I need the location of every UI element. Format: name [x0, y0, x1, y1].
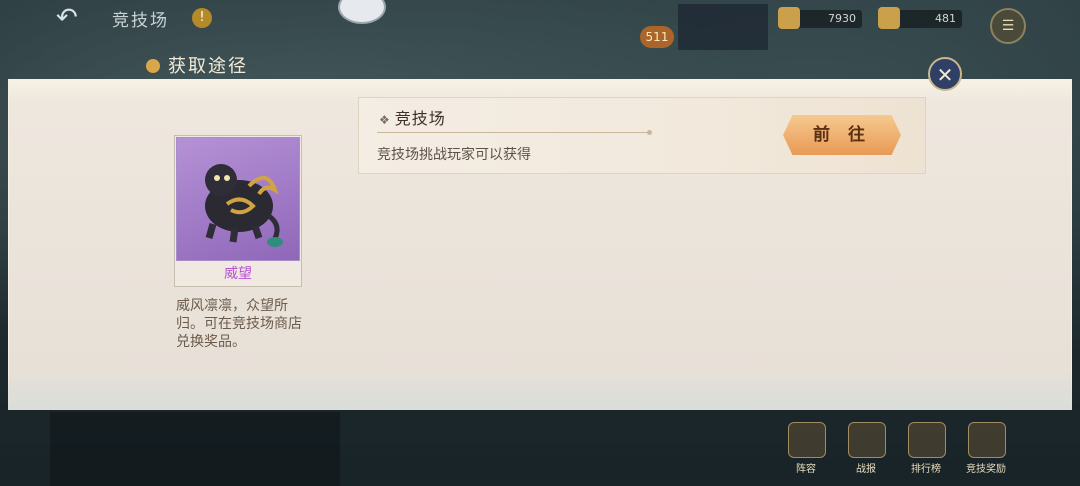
diamond-icon: ❖: [379, 113, 391, 127]
resource-counter-2: 481: [878, 7, 962, 29]
lineup-icon: [788, 422, 826, 458]
leaderboard-icon: [908, 422, 946, 458]
chat-box[interactable]: [50, 412, 340, 486]
battle-report-icon: [848, 422, 886, 458]
gold-icon: [878, 7, 900, 29]
page-title: 竞技场: [112, 11, 169, 31]
source-description: 竞技场挑战玩家可以获得: [377, 147, 531, 163]
item-image: [176, 137, 300, 261]
source-icon: [146, 59, 160, 73]
top-bar: ↶ 竞技场 ! 511 7930 481 ☰: [0, 0, 1080, 50]
divider: [377, 130, 652, 135]
chat-line: [56, 414, 68, 427]
item-name: 威望: [224, 266, 252, 282]
source-row: ❖ 竞技场 竞技场挑战玩家可以获得 前 往: [358, 97, 926, 174]
tiger-icon: [205, 164, 283, 247]
chat-line: [56, 450, 68, 463]
source-title: ❖ 竞技场: [379, 105, 446, 129]
level-badge: 511: [640, 26, 674, 48]
item-card: 威望: [174, 135, 302, 287]
panel-header: 获取途径: [146, 52, 248, 78]
mascot-avatar[interactable]: [338, 0, 386, 24]
nav-label: 竞技奖励: [966, 464, 1006, 475]
info-icon[interactable]: !: [192, 8, 212, 28]
item-description: 威风凛凛，众望所归。可在竞技场商店兑换奖品。: [176, 298, 302, 350]
nav-label: 排行榜: [911, 464, 941, 475]
menu-button[interactable]: ☰: [990, 8, 1026, 44]
currency-icon: [778, 7, 800, 29]
source-title-text: 竞技场: [394, 109, 446, 128]
go-button[interactable]: 前 往: [783, 115, 901, 155]
resource-value-1: 7930: [828, 12, 856, 25]
resource-value-2: 481: [935, 12, 956, 25]
nav-battle-report[interactable]: 战报: [840, 418, 892, 482]
nav-leaderboard[interactable]: 排行榜: [900, 418, 952, 482]
nav-lineup[interactable]: 阵容: [780, 418, 832, 482]
rewards-icon: [968, 422, 1006, 458]
resource-counter-1: 7930: [778, 7, 862, 29]
back-arrow-icon[interactable]: ↶: [56, 4, 96, 32]
nav-label: 阵容: [796, 464, 816, 475]
nav-label: 战报: [856, 464, 876, 475]
panel-title: 获取途径: [168, 56, 248, 77]
close-button[interactable]: ✕: [928, 57, 962, 91]
nav-arena-rewards[interactable]: 竞技奖励: [960, 418, 1012, 482]
player-portrait[interactable]: [678, 4, 768, 50]
